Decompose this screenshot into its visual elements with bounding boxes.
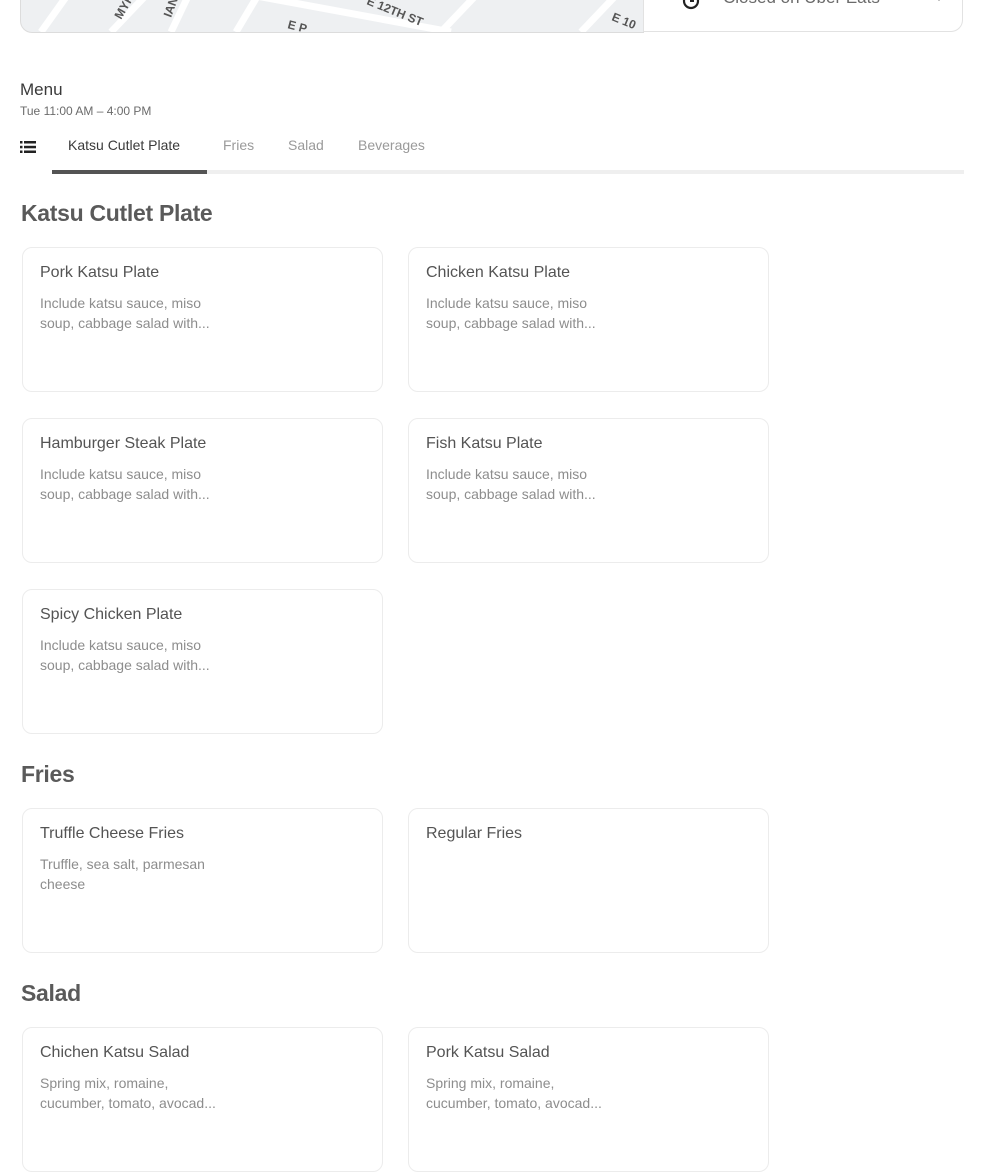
item-description: Truffle, sea salt, parmesan cheese <box>40 856 205 892</box>
section-title: Salad <box>21 980 81 1006</box>
item-description: Include katsu sauce, miso soup, cabbage … <box>40 466 210 502</box>
menu-item-card[interactable]: Regular Fries <box>408 808 769 953</box>
tab-fries[interactable]: Fries <box>223 137 254 153</box>
item-description: Include katsu sauce, miso soup, cabbage … <box>426 466 596 502</box>
menu-title: Menu <box>20 80 63 99</box>
chevron-down-icon[interactable] <box>932 0 946 8</box>
item-name: Hamburger Steak Plate <box>40 435 207 452</box>
menu-item-card[interactable]: Truffle Cheese Fries Truffle, sea salt, … <box>22 808 383 953</box>
tab-katsu-cutlet-plate[interactable]: Katsu Cutlet Plate <box>68 137 180 153</box>
menu-item-card[interactable]: Chicken Katsu Plate Include katsu sauce,… <box>408 247 769 392</box>
section-title: Katsu Cutlet Plate <box>21 200 213 226</box>
active-tab-indicator <box>52 170 207 174</box>
list-icon[interactable] <box>20 140 36 159</box>
item-name: Regular Fries <box>426 825 523 842</box>
item-name: Fish Katsu Plate <box>426 435 543 452</box>
menu-hours: Tue 11:00 AM – 4:00 PM <box>20 104 152 118</box>
menu-item-card[interactable]: Pork Katsu Plate Include katsu sauce, mi… <box>22 247 383 392</box>
store-status-text: Closed on Uber Eats <box>723 0 880 8</box>
section-title: Fries <box>21 761 75 787</box>
clock-icon <box>682 0 700 15</box>
item-name: Spicy Chicken Plate <box>40 606 183 623</box>
item-name: Chicken Katsu Plate <box>426 264 571 281</box>
item-description: Spring mix, romaine, cucumber, tomato, a… <box>40 1075 216 1111</box>
menu-item-card[interactable]: Fish Katsu Plate Include katsu sauce, mi… <box>408 418 769 563</box>
tab-salad[interactable]: Salad <box>288 137 324 153</box>
item-name: Chichen Katsu Salad <box>40 1044 190 1061</box>
map-label: E 10 <box>610 10 638 32</box>
item-description: Include katsu sauce, miso soup, cabbage … <box>40 295 210 331</box>
tab-beverages[interactable]: Beverages <box>358 137 425 153</box>
menu-item-card[interactable]: Spicy Chicken Plate Include katsu sauce,… <box>22 589 383 734</box>
map-streets: MYR IAN S E 12TH ST E 10 E P <box>38 0 638 32</box>
category-tabs: Katsu Cutlet Plate Fries Salad Beverages <box>20 128 964 174</box>
item-name: Pork Katsu Salad <box>426 1044 550 1061</box>
item-description: Include katsu sauce, miso soup, cabbage … <box>40 637 210 673</box>
store-status-dropdown[interactable]: Closed on Uber Eats <box>643 0 963 32</box>
menu-item-card[interactable]: Pork Katsu Salad Spring mix, romaine, cu… <box>408 1027 769 1172</box>
map-label: E P <box>286 17 308 32</box>
restaurant-map[interactable]: MYR IAN S E 12TH ST E 10 E P <box>20 0 644 33</box>
menu-item-card[interactable]: Chichen Katsu Salad Spring mix, romaine,… <box>22 1027 383 1172</box>
item-description: Spring mix, romaine, cucumber, tomato, a… <box>426 1075 602 1111</box>
item-name: Truffle Cheese Fries <box>40 825 185 842</box>
item-description: Include katsu sauce, miso soup, cabbage … <box>426 295 596 331</box>
item-name: Pork Katsu Plate <box>40 264 160 281</box>
menu-item-card[interactable]: Hamburger Steak Plate Include katsu sauc… <box>22 418 383 563</box>
